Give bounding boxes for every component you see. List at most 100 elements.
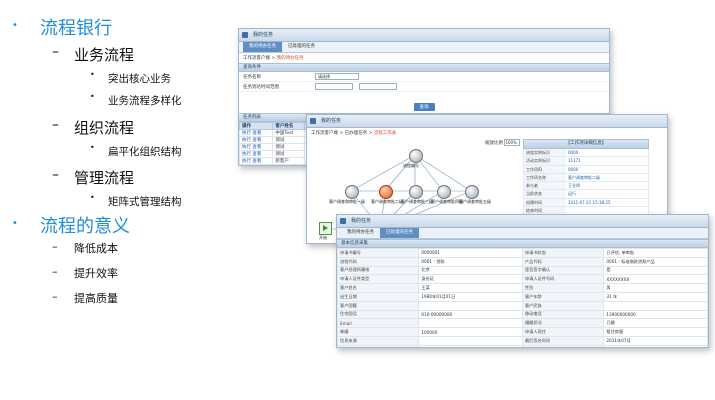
detail-row: 工作项ID 0000 <box>523 165 649 174</box>
table-cell: 中国Test <box>272 129 305 137</box>
detail-row: 流程实例标识 0000 <box>523 149 649 158</box>
field-value: 身份证 <box>418 274 523 285</box>
detail-key: 工作项ID <box>524 165 566 173</box>
bullet-improve-quality: – 提高质量 <box>52 290 118 305</box>
field-value: 1980年01月01日 <box>418 291 523 302</box>
bullet-outline: • 流程银行 – 业务流程 • 突出核心业务 • 业务流程多样化 – 组织流程 • 扁平化组… <box>0 0 240 400</box>
tab-bar: 我的待办任务 已处理的任务 <box>337 228 708 239</box>
tab-handled-tasks[interactable]: 已处理的任务 <box>282 42 321 52</box>
window-titlebar: 我的任务 <box>239 29 609 42</box>
column-header: 操作 <box>239 122 274 130</box>
detail-key: 流程实例标识 <box>524 149 566 157</box>
query-button[interactable]: 查询 <box>413 103 435 111</box>
flow-node-level5[interactable] <box>465 185 479 199</box>
field-value: 客户 <box>418 344 523 347</box>
search-section-header: 查询条件 <box>239 63 609 72</box>
field-label: 申请人现住 <box>521 327 605 337</box>
zoom-control: 缩放比例 100% <box>485 139 521 146</box>
bullet-organization-process: – 组织流程 <box>52 117 135 137</box>
field-label: 客户年龄 <box>521 291 605 302</box>
row-action-links[interactable]: 执行 查看 <box>239 157 274 165</box>
field-label: 最后签名时间 <box>521 335 605 346</box>
tab-bar: 我的待办任务 已处理的任务 <box>239 42 609 53</box>
field-value <box>418 335 523 346</box>
tab-handled-tasks[interactable]: 已处理的任务 <box>380 228 419 238</box>
flow-node-level2-active[interactable] <box>379 185 393 199</box>
detail-row: Email 婚姻状况 已婚 <box>337 318 708 329</box>
table-cell: 测试 <box>272 136 305 144</box>
detail-value: 11171 <box>568 158 581 164</box>
field-label: 申请书编号 <box>337 248 420 258</box>
row-action-links[interactable]: 执行 查看 <box>239 129 274 137</box>
detail-row: 信息来源 最后签名时间 2011年07月 <box>337 335 708 346</box>
row-action-links[interactable]: 执行 查看 <box>239 143 274 151</box>
detail-row: 流程代码 0001 - 贷款 产品代码 0001 - 标准借款贷款产品 <box>337 256 708 267</box>
detail-row: 创建时间 2011-07-21 15:18:25 <box>523 198 649 208</box>
end-date-input[interactable] <box>359 83 397 90</box>
bullet-management-process: – 管理流程 <box>52 167 135 187</box>
column-header: 客户姓名 <box>272 122 305 130</box>
start-icon[interactable] <box>319 222 332 235</box>
detail-row: 邮编 100000 申请人现住 租住房屋 <box>337 327 708 337</box>
field-label: 出生日期 <box>337 291 420 302</box>
field-label: 客户经理所属地 <box>337 265 420 276</box>
field-value: 100000 <box>418 327 523 337</box>
row-action-links[interactable]: 执行 查看 <box>239 136 274 144</box>
table-cell: 测试 <box>272 143 305 151</box>
bullet-level1-banking: • 流程银行 <box>12 18 112 39</box>
detail-row: 住宅固话 010-00000000 移动电话 13900000000 <box>337 309 708 320</box>
field-value <box>418 318 523 329</box>
detail-value: 王业明 <box>568 183 580 189</box>
detail-value: 客户调查审批二级 <box>568 174 600 180</box>
flow-node-level4[interactable] <box>437 185 451 199</box>
detail-row: 工作项名称 客户调查审批二级 <box>523 173 649 183</box>
tab-pending-tasks[interactable]: 我的待办任务 <box>243 42 282 52</box>
detail-row: 参与者 王业明 <box>523 182 649 191</box>
field-value: 0000001 <box>418 248 523 258</box>
field-value: XXXXXXXX <box>603 274 708 285</box>
breadcrumb: 工作流客户端 > 已办理任务 > 流程工作表 <box>311 131 397 136</box>
field-label: 性别 <box>521 283 605 293</box>
tab-pending-tasks[interactable]: 我的待办任务 <box>341 228 380 238</box>
field-label: 最后签名 <box>521 344 605 347</box>
application-detail-table: 申请书编号 0000001 申请书状态 已评估, 单审批 流程代码 0001 - 贷款 产品… <box>337 248 708 347</box>
flow-node-level3-label: 客户调查审批三级 <box>401 199 433 204</box>
arrival-time-row: 任务到达时间范围 <box>239 82 609 92</box>
detail-row: 客户国籍 客户民族 <box>337 300 708 311</box>
bullet-business-process: – 业务流程 <box>52 44 135 64</box>
row-action-links[interactable]: 执行 查看 <box>239 150 274 158</box>
field-label: 移动电话 <box>521 309 605 320</box>
flow-node-level1[interactable] <box>345 185 359 199</box>
zoom-select[interactable]: 100% <box>504 139 521 146</box>
table-cell: 测试 <box>272 150 305 158</box>
flow-node-level3[interactable] <box>409 185 423 199</box>
field-value: 010-00000000 <box>418 309 523 320</box>
row-action-links[interactable]: 执行 查看 <box>239 164 274 165</box>
field-value: 2011年07月 <box>603 335 708 346</box>
window-titlebar: 我的任务 <box>307 115 667 128</box>
flow-node-top[interactable] <box>409 149 423 163</box>
start-date-input[interactable] <box>315 83 353 90</box>
field-value: 租住房屋 <box>603 327 708 337</box>
bullet-core-business: • 突出核心业务 <box>90 70 171 85</box>
field-label: 客户姓名 <box>337 283 420 293</box>
screenshot-application-detail: 我的任务 我的待办任务 已处理的任务 基本信息采集 申请书编号 0000001 申请… <box>336 214 709 348</box>
app-icon <box>340 218 346 224</box>
field-value: 老板 <box>603 344 708 347</box>
field-value: 已婚 <box>603 318 708 329</box>
field-label: 客户民族 <box>521 300 605 311</box>
app-icon <box>242 32 248 38</box>
panel-title: 【工作项详细信息】 <box>523 139 649 149</box>
detail-row: 客户经理所属地 北京 是否签字确认是 <box>337 265 708 276</box>
breadcrumb: 工作流客户端 > 我的待办任务 <box>243 56 304 61</box>
task-name-select[interactable]: 请选择 <box>315 73 359 80</box>
table-cell: 新客户 <box>272 164 305 165</box>
detail-key: 创建时间 <box>524 198 566 207</box>
field-value: 已评估, 单审批 <box>603 248 708 258</box>
detail-row: 申请书编号 0000001 申请书状态 已评估, 单审批 <box>337 248 708 258</box>
flow-node-top-label: 流程编号 <box>403 163 419 168</box>
detail-value: 运行 <box>568 191 576 197</box>
field-value: 0001 - 贷款 <box>418 256 523 267</box>
bullet-flat-organization: • 扁平化组织结构 <box>90 143 182 158</box>
detail-row: 申请人证件类型 身份证 申请人证件号码 XXXXXXXX <box>337 274 708 285</box>
